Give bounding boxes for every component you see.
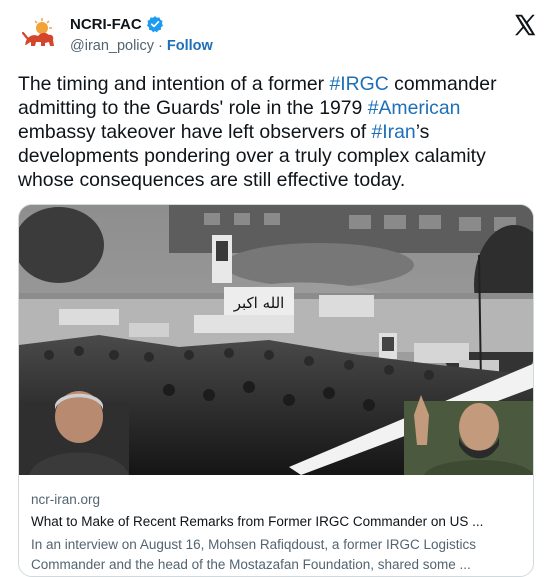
lion-and-sun-logo-icon [21, 18, 54, 46]
hashtag-link[interactable]: #Iran [372, 121, 416, 143]
tweet-header: NCRI-FAC @iran_policy · Follow [18, 12, 538, 56]
card-description[interactable]: In an interview on August 16, Mohsen Raf… [31, 535, 523, 575]
svg-text:الله اکبر: الله اکبر [233, 294, 285, 312]
card-image[interactable]: الله اکبر [19, 205, 533, 475]
display-name[interactable]: NCRI-FAC [70, 16, 142, 33]
x-logo-icon[interactable] [512, 12, 538, 38]
verified-badge-icon [146, 16, 163, 33]
embassy-crowd-photo: الله اکبر [19, 205, 533, 475]
tweet-embed: NCRI-FAC @iran_policy · Follow The timin… [0, 0, 552, 577]
hashtag-link[interactable]: #American [368, 97, 461, 119]
follow-button[interactable]: Follow [167, 38, 213, 54]
hashtag-link[interactable]: #IRGC [330, 73, 389, 95]
tweet-text: The timing and intention of a former #IR… [18, 72, 538, 192]
account-handle[interactable]: @iran_policy [70, 38, 154, 54]
card-title[interactable]: What to Make of Recent Remarks from Form… [31, 514, 523, 529]
tweet-text-segment: embassy takeover have left observers of [18, 121, 372, 143]
separator-dot: · [158, 38, 163, 54]
card-domain[interactable]: ncr-iran.org [31, 492, 100, 507]
avatar[interactable] [18, 12, 62, 56]
link-card[interactable]: الله اکبر ncr-iran.org What to Make of R… [18, 204, 534, 577]
tweet-text-segment: The timing and intention of a former [18, 73, 330, 95]
account-names: NCRI-FAC @iran_policy · Follow [70, 14, 213, 56]
